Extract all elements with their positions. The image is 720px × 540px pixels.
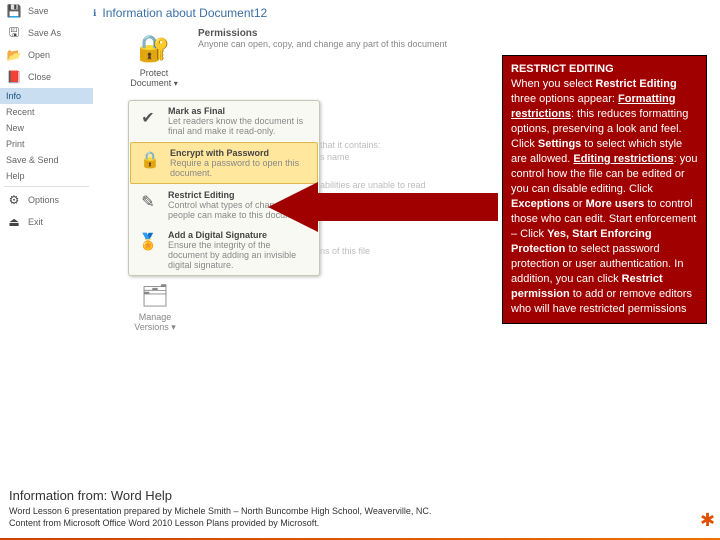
- menu-item-mark-final[interactable]: ✔ Mark as FinalLet readers know the docu…: [129, 101, 319, 141]
- popup-title: Mark as Final: [168, 106, 225, 116]
- menu-label: Close: [28, 72, 51, 82]
- menu-label: Help: [6, 171, 25, 181]
- menu-label: New: [6, 123, 24, 133]
- permissions-block: 🔐 Protect Document ▾ Permissions Anyone …: [120, 28, 447, 89]
- popup-title: Encrypt with Password: [170, 148, 269, 158]
- callout-body: When you select Restrict Editing three o…: [511, 78, 697, 315]
- info-icon: ℹ: [93, 8, 96, 19]
- ghost-text: s name: [320, 152, 350, 163]
- menu-label: Save: [28, 6, 49, 16]
- menu-item-recent[interactable]: Recent: [0, 104, 93, 120]
- folder-icon: 🗂: [137, 280, 173, 312]
- menu-item-new[interactable]: New: [0, 120, 93, 136]
- ghost-text: that it contains:: [320, 140, 381, 151]
- manage-versions-button[interactable]: 🗂 Manage Versions ▾: [126, 280, 184, 332]
- menu-item-options[interactable]: ⚙ Options: [0, 189, 93, 211]
- menu-item-close[interactable]: 📕 Close: [0, 66, 93, 88]
- menu-label: Options: [28, 195, 59, 205]
- menu-label: Print: [6, 139, 25, 149]
- popup-title: Restrict Editing: [168, 190, 235, 200]
- menu-label: Save As: [28, 28, 61, 38]
- protect-label-2: Document: [130, 78, 171, 88]
- credit-line-1: Information from: Word Help: [9, 488, 172, 503]
- chevron-down-icon: ▾: [174, 79, 178, 88]
- credit-line-2: Word Lesson 6 presentation prepared by M…: [9, 505, 449, 529]
- ribbon-icon: 🏅: [136, 230, 160, 254]
- menu-label: Info: [6, 91, 21, 101]
- lock-icon: 🔒: [138, 148, 162, 172]
- check-icon: ✔: [136, 106, 160, 130]
- menu-label: Open: [28, 50, 50, 60]
- menu-item-save-send[interactable]: Save & Send: [0, 152, 93, 168]
- permissions-desc: Anyone can open, copy, and change any pa…: [198, 39, 447, 49]
- save-as-icon: 🖫: [6, 25, 22, 41]
- callout-title: RESTRICT EDITING: [511, 63, 614, 75]
- close-icon: 📕: [6, 69, 22, 85]
- page-title: Information about Document12: [102, 6, 267, 20]
- callout-arrow: [268, 182, 498, 232]
- menu-label: Save & Send: [6, 155, 59, 165]
- asterisk-icon: ✱: [700, 510, 715, 531]
- gear-icon: ⚙: [6, 192, 22, 208]
- lock-icon: 🔐: [134, 28, 174, 68]
- arrow-head-icon: [268, 182, 318, 232]
- menu-item-digital-signature[interactable]: 🏅 Add a Digital SignatureEnsure the inte…: [129, 225, 319, 275]
- arrow-bar: [318, 193, 498, 221]
- save-icon: 💾: [6, 3, 22, 19]
- menu-item-print[interactable]: Print: [0, 136, 93, 152]
- manage-label-2: Versions ▾: [134, 322, 176, 332]
- menu-item-save[interactable]: 💾 Save: [0, 0, 93, 22]
- menu-item-open[interactable]: 📂 Open: [0, 44, 93, 66]
- file-menu: 💾Save 🖫Save As 📂Open 📕Close Info Recent …: [0, 0, 93, 233]
- callout-box: RESTRICT EDITING When you select Restric…: [502, 55, 707, 324]
- protect-document-button[interactable]: 🔐 Protect Document ▾: [120, 28, 188, 89]
- permissions-heading: Permissions: [198, 28, 447, 39]
- popup-desc: Let readers know the document is final a…: [168, 116, 312, 136]
- menu-item-exit[interactable]: ⏏ Exit: [0, 211, 93, 233]
- protect-label-1: Protect: [140, 68, 169, 78]
- pencil-icon: ✎: [136, 190, 160, 214]
- popup-title: Add a Digital Signature: [168, 230, 267, 240]
- page-title-strip: ℹ Information about Document12: [93, 0, 267, 26]
- menu-item-save-as[interactable]: 🖫 Save As: [0, 22, 93, 44]
- exit-icon: ⏏: [6, 214, 22, 230]
- popup-desc: Ensure the integrity of the document by …: [168, 240, 312, 270]
- menu-label: Recent: [6, 107, 35, 117]
- open-icon: 📂: [6, 47, 22, 63]
- ghost-text: ns of this file: [320, 246, 370, 257]
- menu-label: Exit: [28, 217, 43, 227]
- menu-separator: [4, 186, 89, 187]
- menu-item-encrypt-password[interactable]: 🔒 Encrypt with PasswordRequire a passwor…: [130, 142, 318, 184]
- menu-item-info[interactable]: Info: [0, 88, 93, 104]
- manage-label-1: Manage: [139, 312, 172, 322]
- menu-item-help[interactable]: Help: [0, 168, 93, 184]
- popup-desc: Require a password to open this document…: [170, 158, 310, 178]
